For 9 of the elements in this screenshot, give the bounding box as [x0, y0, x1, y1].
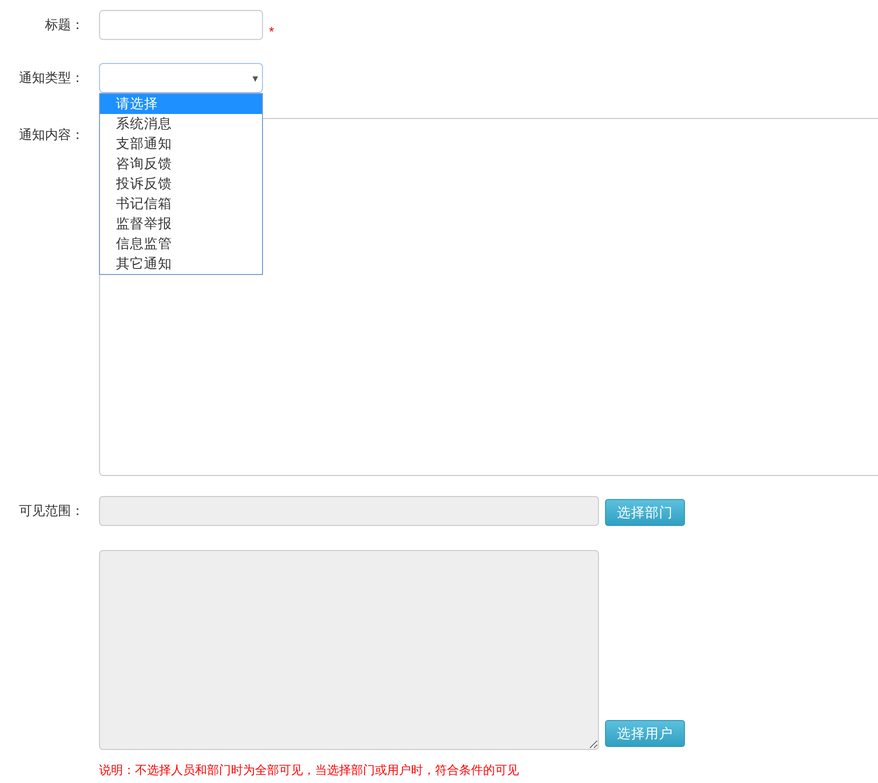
field-label: 通知类型： — [18, 69, 84, 86]
note-text: 说明：不选择人员和部门时为全部可见，当选择部门或用户时，符合条件的可见 — [99, 762, 519, 778]
title-input[interactable] — [99, 10, 263, 40]
field-label: 通知内容： — [18, 126, 84, 143]
field-label: 标题： — [44, 16, 84, 33]
content-editor[interactable] — [99, 118, 878, 476]
field-label: 可见范围： — [18, 502, 84, 519]
required-mark: * — [269, 24, 274, 39]
type-select[interactable]: ▾ — [99, 63, 263, 93]
